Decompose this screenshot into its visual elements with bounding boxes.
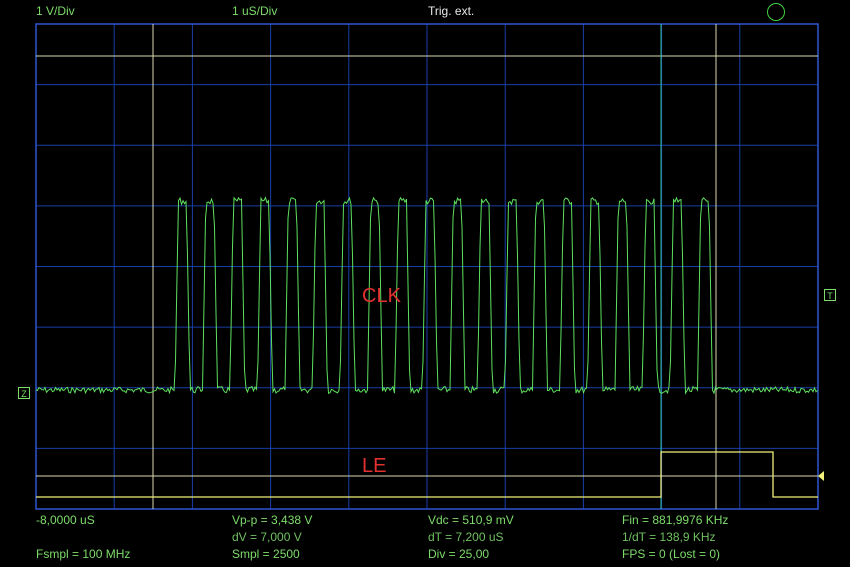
dt-readout: dT = 7,200 uS <box>428 530 504 544</box>
vdc-readout: Vdc = 510,9 mV <box>428 513 514 527</box>
ground-marker[interactable]: Z <box>18 387 30 399</box>
sample-count-readout: Smpl = 2500 <box>232 547 300 561</box>
fps-readout: FPS = 0 (Lost = 0) <box>622 547 721 561</box>
inv-dt-readout: 1/dT = 138,9 KHz <box>622 530 716 544</box>
sample-rate-readout: Fsmpl = 100 MHz <box>36 547 131 561</box>
le-label: LE <box>362 455 387 477</box>
fin-readout: Fin = 881,9976 KHz <box>622 513 729 527</box>
vpp-readout: Vp-p = 3,438 V <box>232 513 313 527</box>
div-readout: Div = 25,00 <box>428 547 490 561</box>
le-level-arrow[interactable] <box>818 471 824 481</box>
trigger-level-marker[interactable]: T <box>824 289 836 301</box>
dv-readout: dV = 7,000 V <box>232 530 302 544</box>
oscilloscope-screen[interactable] <box>0 0 850 567</box>
clk-label: CLK <box>362 285 401 307</box>
time-offset-readout: -8,0000 uS <box>36 513 95 527</box>
